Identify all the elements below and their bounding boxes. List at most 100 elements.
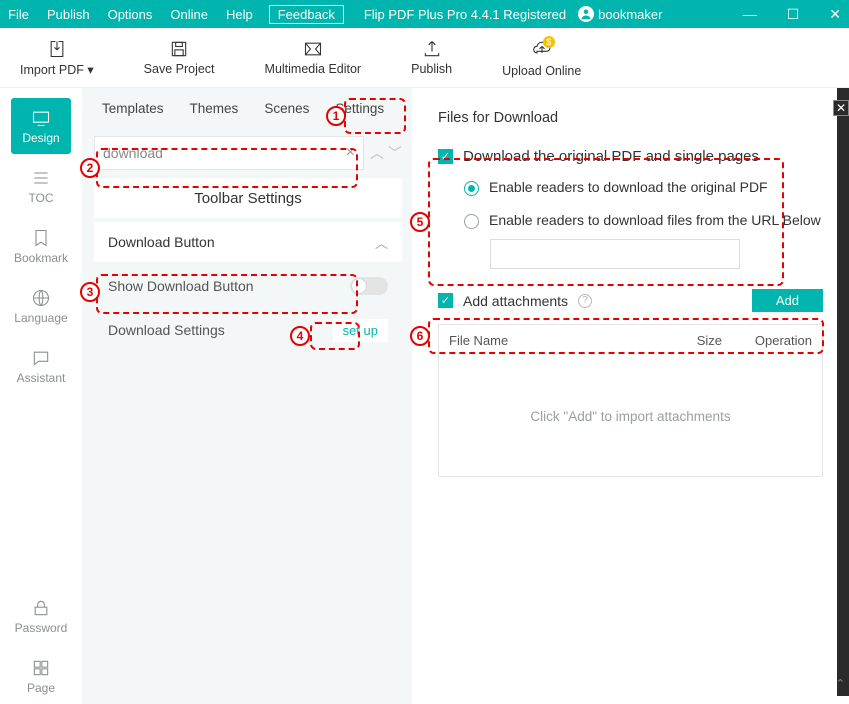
radio-url[interactable] <box>464 214 479 229</box>
show-download-button-label: Show Download Button <box>108 278 254 294</box>
page-label: Page <box>27 681 55 695</box>
sidebar-item-toc[interactable]: TOC <box>11 158 71 214</box>
upload-online-button[interactable]: $ Upload Online <box>502 38 581 78</box>
radio-original-label: Enable readers to download the original … <box>489 179 768 195</box>
minimize-button[interactable]: — <box>743 6 757 23</box>
grid-icon <box>30 658 52 678</box>
panel-close-icon[interactable]: ✕ <box>833 100 849 116</box>
radio-original[interactable] <box>464 181 479 196</box>
close-button[interactable]: ✕ <box>829 6 841 23</box>
toc-label: TOC <box>28 191 53 205</box>
section-download-button[interactable]: Download Button ︿ <box>94 222 402 262</box>
menu-file[interactable]: File <box>8 7 29 22</box>
sidebar-item-bookmark[interactable]: Bookmark <box>11 218 71 274</box>
download-button-label: Download Button <box>108 234 215 250</box>
section-toolbar-settings[interactable]: Toolbar Settings <box>94 178 402 218</box>
radio-row-original: Enable readers to download the original … <box>464 179 823 196</box>
multimedia-icon <box>302 39 324 59</box>
publish-icon <box>421 39 443 59</box>
sidebar-item-design[interactable]: Design <box>11 98 71 154</box>
download-settings-label: Download Settings <box>108 322 225 338</box>
publish-button[interactable]: Publish <box>411 39 452 76</box>
toolbar-settings-label: Toolbar Settings <box>194 190 302 207</box>
sidebar-item-assistant[interactable]: Assistant <box>11 338 71 394</box>
window-controls: — ☐ ✕ <box>743 6 841 23</box>
monitor-icon <box>30 108 52 128</box>
menu-bar: File Publish Options Online Help <box>8 7 253 22</box>
tab-settings[interactable]: Settings <box>335 101 384 116</box>
feedback-button[interactable]: Feedback <box>269 5 344 24</box>
th-size: Size <box>672 333 722 348</box>
radio-url-label: Enable readers to download files from th… <box>489 212 821 228</box>
left-sidebar: Design TOC Bookmark Language Assistant P… <box>0 88 82 704</box>
save-label: Save Project <box>144 62 215 76</box>
maximize-button[interactable]: ☐ <box>787 6 800 23</box>
chat-icon <box>30 348 52 368</box>
import-pdf-button[interactable]: Import PDF ▾ <box>20 39 94 77</box>
attachments-table: File Name Size Operation Click "Add" to … <box>438 324 823 477</box>
right-dark-strip: ✕ ⌃ <box>837 88 849 696</box>
tab-templates[interactable]: Templates <box>102 101 164 116</box>
bookmark-icon <box>30 228 52 248</box>
app-title: Flip PDF Plus Pro 4.4.1 Registered <box>364 7 566 22</box>
right-panel: Files for Download ✓ Download the origin… <box>412 88 849 704</box>
attachments-empty-message: Click "Add" to import attachments <box>439 356 822 476</box>
lock-icon <box>30 598 52 618</box>
row-show-download-button: Show Download Button <box>94 266 402 306</box>
import-label: Import PDF ▾ <box>20 62 94 77</box>
clear-search-icon[interactable]: × <box>346 144 355 162</box>
import-icon <box>46 39 68 59</box>
language-label: Language <box>14 311 67 325</box>
menu-options[interactable]: Options <box>108 7 153 22</box>
radio-row-url: Enable readers to download files from th… <box>464 212 823 229</box>
setup-button[interactable]: set up <box>333 319 388 342</box>
row-download-settings: Download Settings set up <box>94 310 402 350</box>
download-radio-group: Enable readers to download the original … <box>464 179 823 229</box>
help-icon[interactable]: ? <box>578 294 592 308</box>
design-label: Design <box>22 131 59 145</box>
url-input[interactable] <box>490 239 740 269</box>
sidebar-item-password[interactable]: Password <box>11 588 71 644</box>
title-bar: File Publish Options Online Help Feedbac… <box>0 0 849 28</box>
multimedia-editor-button[interactable]: Multimedia Editor <box>265 39 362 76</box>
globe-icon <box>30 288 52 308</box>
publish-label: Publish <box>411 62 452 76</box>
add-attachment-button[interactable]: Add <box>752 289 823 312</box>
th-filename: File Name <box>449 333 672 348</box>
download-original-checkbox[interactable]: ✓ <box>438 149 453 164</box>
main-toolbar: Import PDF ▾ Save Project Multimedia Edi… <box>0 28 849 88</box>
tab-scenes[interactable]: Scenes <box>264 101 309 116</box>
search-row: × ︿ ﹀ <box>94 136 402 170</box>
search-box: × <box>94 136 364 170</box>
list-icon <box>30 168 52 188</box>
attachments-table-head: File Name Size Operation <box>439 325 822 356</box>
th-operation: Operation <box>722 333 812 348</box>
add-attachments-label: Add attachments <box>463 293 568 309</box>
settings-tabs: Templates Themes Scenes Settings <box>82 88 408 128</box>
show-download-toggle[interactable] <box>350 277 388 295</box>
upload-label: Upload Online <box>502 64 581 78</box>
settings-column: Templates Themes Scenes Settings × ︿ ﹀ T… <box>82 88 412 704</box>
save-project-button[interactable]: Save Project <box>144 39 215 76</box>
assistant-label: Assistant <box>17 371 66 385</box>
main-area: Design TOC Bookmark Language Assistant P… <box>0 88 849 704</box>
search-nav-arrows: ︿ ﹀ <box>370 143 402 163</box>
menu-online[interactable]: Online <box>170 7 208 22</box>
download-original-checkbox-row: ✓ Download the original PDF and single p… <box>438 148 823 165</box>
sidebar-item-page[interactable]: Page <box>11 648 71 704</box>
menu-publish[interactable]: Publish <box>47 7 90 22</box>
password-label: Password <box>15 621 68 635</box>
panel-title: Files for Download <box>438 110 823 126</box>
search-prev-icon[interactable]: ﹀ <box>388 143 402 163</box>
user-account[interactable]: bookmaker <box>578 6 662 22</box>
attachments-header: ✓ Add attachments ? Add <box>438 289 823 312</box>
search-next-icon[interactable]: ︿ <box>370 143 384 163</box>
bookmark-label: Bookmark <box>14 251 68 265</box>
add-attachments-checkbox[interactable]: ✓ <box>438 293 453 308</box>
menu-help[interactable]: Help <box>226 7 253 22</box>
avatar-icon <box>578 6 594 22</box>
tab-themes[interactable]: Themes <box>190 101 239 116</box>
search-input[interactable] <box>103 145 346 161</box>
sidebar-item-language[interactable]: Language <box>11 278 71 334</box>
notification-dot-icon: $ <box>543 36 555 48</box>
